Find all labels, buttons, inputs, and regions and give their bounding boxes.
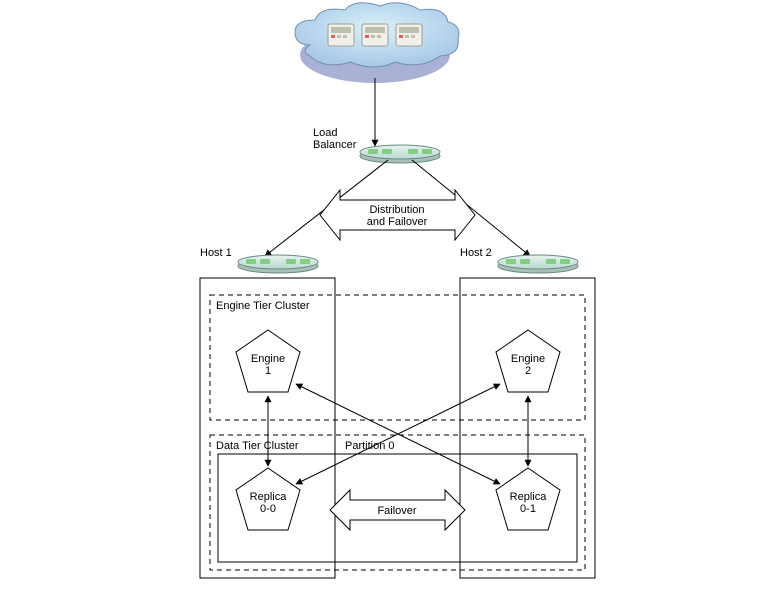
dist-failover-text2: and Failover — [367, 216, 428, 228]
engine-tier-label: Engine Tier Cluster — [216, 300, 310, 312]
svg-text:Failover: Failover — [377, 505, 416, 517]
svg-text:Replica: Replica — [250, 491, 288, 503]
failover-text: Failover — [377, 505, 416, 517]
engine1-node: Engine 1 — [236, 330, 300, 392]
host2-node — [498, 255, 578, 273]
phone-icon — [328, 24, 354, 46]
svg-text:1: 1 — [265, 365, 271, 377]
svg-text:Engine: Engine — [511, 353, 545, 365]
distribution-failover-arrow: Distribution and Failover — [320, 190, 475, 240]
client-cloud — [295, 3, 459, 83]
replica00-node: Replica 0-0 — [236, 468, 300, 530]
engine2-node: Engine 2 — [496, 330, 560, 392]
replica01-node: Replica 0-1 — [496, 468, 560, 530]
host2-label: Host 2 — [460, 247, 492, 259]
svg-text:2: 2 — [525, 365, 531, 377]
architecture-diagram: Load Balancer Distribution and Failover … — [0, 0, 763, 594]
phone-icon — [362, 24, 388, 46]
svg-text:0-0: 0-0 — [260, 503, 276, 515]
host1-label: Host 1 — [200, 247, 232, 259]
svg-text:Replica: Replica — [510, 491, 548, 503]
host1-node — [238, 255, 318, 273]
svg-text:0-1: 0-1 — [520, 503, 536, 515]
phone-icon — [396, 24, 422, 46]
load-balancer-node — [360, 145, 440, 163]
load-balancer-label: Load — [313, 127, 337, 139]
data-tier-label: Data Tier Cluster — [216, 440, 299, 452]
svg-text:Distribution: Distribution — [369, 204, 424, 216]
dist-failover-text1: Distribution — [369, 204, 424, 216]
failover-arrow: Failover — [330, 490, 465, 530]
svg-text:Engine: Engine — [251, 353, 285, 365]
partition-label: Partition 0 — [345, 440, 395, 452]
svg-text:and Failover: and Failover — [367, 216, 428, 228]
load-balancer-label2: Balancer — [313, 139, 357, 151]
